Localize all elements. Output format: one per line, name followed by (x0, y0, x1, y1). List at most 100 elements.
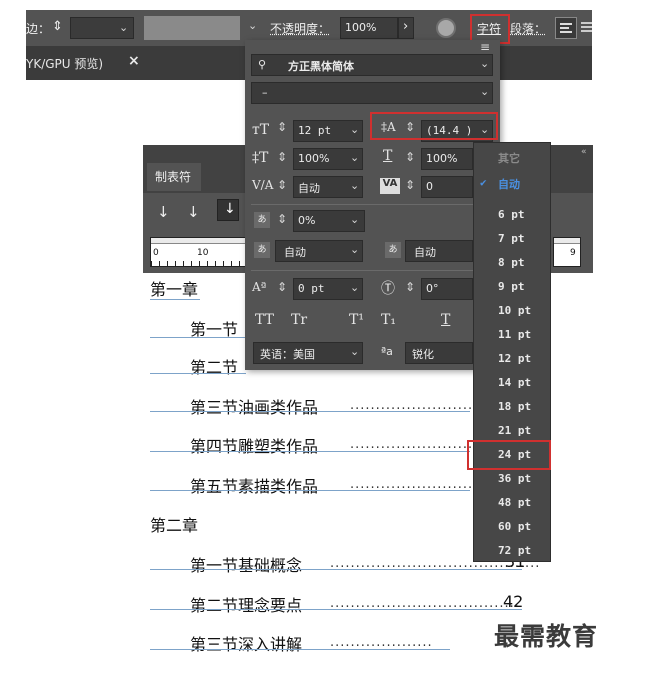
character-panel: ≡ ⚲ 方正黑体简体 ⌄ – ⌄ ᴛT ⇕ 12 pt ⌄ ‡A ⇕ (14.4… (245, 40, 500, 370)
font-size-input[interactable]: 12 pt ⌄ (293, 120, 363, 142)
divider (251, 270, 473, 271)
color-swatch[interactable] (144, 16, 240, 40)
size-option[interactable]: 6 pt (474, 203, 550, 227)
toc-section: 第三节深入讲解 (190, 635, 303, 654)
small-caps-button[interactable]: Tr (291, 312, 307, 328)
toc-section: 第三节油画类作品 (190, 398, 319, 417)
size-option[interactable]: 48 pt (474, 491, 550, 515)
toc-section: 第一节基础概念 (190, 556, 303, 575)
tab-ruler[interactable]: 0 10 (150, 237, 250, 267)
font-style-dropdown[interactable]: – ⌄ (251, 82, 493, 104)
subscript-button[interactable]: T₁ (381, 312, 396, 328)
size-option[interactable]: 7 pt (474, 227, 550, 251)
tabs-panel-tab[interactable]: 制表符 (147, 163, 201, 191)
toc-section: 第五节素描类作品 (190, 477, 319, 496)
center-tab-icon[interactable]: ↓ (187, 203, 200, 221)
chevron-down-icon: ⌄ (119, 21, 129, 34)
para-tab-link[interactable]: 段落： (510, 20, 546, 37)
tracking-icon: VA (380, 178, 400, 194)
horizontal-scale-value: 100% (426, 152, 458, 165)
vertical-scale-input[interactable]: 100% ⌄ (293, 148, 363, 170)
check-icon: ✔ (480, 176, 487, 189)
right-tab-icon[interactable]: ↓ (217, 199, 239, 221)
underline-button[interactable]: T (441, 312, 450, 328)
toc-underline (150, 299, 200, 300)
tracking-input[interactable]: 0 (421, 176, 473, 198)
spinner-icon[interactable]: ⇕ (52, 19, 63, 34)
spinner-icon[interactable]: ⇕ (277, 212, 287, 226)
spinner-icon[interactable]: ⇕ (405, 280, 415, 294)
arrow-right-icon: › (403, 19, 409, 34)
recolor-icon[interactable] (436, 18, 456, 38)
tab-ruler-end: 9 (553, 237, 581, 267)
aki-left-dropdown[interactable]: 自动 ⌄ (275, 240, 363, 262)
left-tab-icon[interactable]: ↓ (157, 203, 170, 221)
chevron-down-icon: ⌄ (350, 345, 360, 358)
panel-menu-icon[interactable]: ≡ (480, 40, 490, 54)
spinner-icon[interactable]: ⇕ (405, 178, 415, 192)
size-option[interactable]: 60 pt (474, 515, 550, 539)
aki-left-value: 自动 (284, 246, 306, 259)
horizontal-scale-icon: T (383, 148, 393, 164)
toc-underline (150, 490, 470, 491)
size-option[interactable]: 18 pt (474, 395, 550, 419)
edge-dropdown[interactable]: ⌄ (70, 17, 134, 39)
toc-underline (150, 649, 450, 650)
collapse-icon[interactable]: « (581, 147, 587, 157)
close-icon[interactable]: × (128, 53, 140, 69)
chevron-down-icon: ⌄ (350, 281, 360, 294)
size-option[interactable]: 9 pt (474, 275, 550, 299)
tsume-icon: あ (254, 212, 270, 228)
font-family-dropdown[interactable]: ⚲ 方正黑体简体 ⌄ (251, 54, 493, 76)
size-option[interactable]: 36 pt (474, 467, 550, 491)
aki-right-dropdown[interactable]: 自动 (405, 240, 473, 262)
size-option[interactable]: 14 pt (474, 371, 550, 395)
vertical-scale-value: 100% (298, 152, 330, 165)
all-caps-button[interactable]: TT (255, 312, 274, 328)
chevron-down-icon: ⌄ (350, 123, 360, 136)
superscript-button[interactable]: T¹ (349, 312, 364, 328)
language-dropdown[interactable]: 英语：美国 ⌄ (253, 342, 363, 364)
horizontal-scale-input[interactable]: 100% (421, 148, 473, 170)
tsume-input[interactable]: 0% ⌄ (293, 210, 365, 232)
spinner-icon[interactable]: ⇕ (277, 178, 287, 192)
anti-alias-dropdown[interactable]: 锐化 (405, 342, 473, 364)
aki-right-value: 自动 (414, 246, 436, 259)
toc-chapter-2: 第二章 (150, 516, 199, 535)
spinner-icon[interactable]: ⇕ (277, 120, 287, 134)
size-24-highlight (467, 440, 551, 470)
chevron-down-icon: ⌄ (350, 179, 360, 192)
align-center-icon[interactable] (581, 21, 592, 35)
vertical-scale-icon: ‡T (252, 150, 269, 166)
spinner-icon[interactable]: ⇕ (277, 150, 287, 164)
spinner-icon[interactable]: ⇕ (405, 150, 415, 164)
search-icon: ⚲ (258, 58, 267, 71)
opacity-input[interactable]: 100% (340, 17, 398, 39)
toc-underline (150, 373, 246, 374)
spinner-icon[interactable]: ⇕ (277, 280, 287, 294)
font-size-value: 12 pt (298, 124, 332, 137)
chevron-down-icon: ⌄ (350, 151, 360, 164)
document-tab-label[interactable]: YK/GPU 预览) (26, 55, 103, 72)
chevron-down-icon: ⌄ (480, 85, 490, 98)
size-option[interactable]: 8 pt (474, 251, 550, 275)
toc-underline (150, 569, 522, 570)
opacity-arrow-button[interactable]: › (398, 17, 414, 39)
size-option[interactable]: 12 pt (474, 347, 550, 371)
tracking-value: 0 (426, 180, 433, 193)
toc-underline (150, 609, 522, 610)
toc-leader: ........................ (350, 437, 474, 452)
size-option-auto[interactable]: ✔ 自动 (474, 171, 550, 195)
size-option[interactable]: 72 pt (474, 539, 550, 563)
chevron-down-icon: ⌄ (350, 213, 360, 226)
align-left-icon[interactable] (555, 17, 577, 39)
size-option[interactable]: 10 pt (474, 299, 550, 323)
rotation-input[interactable]: 0° (421, 278, 473, 300)
toc-section: 第二节理念要点 (190, 596, 303, 615)
chevron-down-icon[interactable]: ⌄ (248, 19, 257, 32)
baseline-shift-input[interactable]: 0 pt ⌄ (293, 278, 363, 300)
kerning-input[interactable]: 自动 ⌄ (293, 176, 363, 198)
size-option[interactable]: 11 pt (474, 323, 550, 347)
font-family-value: 方正黑体简体 (288, 60, 354, 73)
toc-underline (150, 411, 470, 412)
